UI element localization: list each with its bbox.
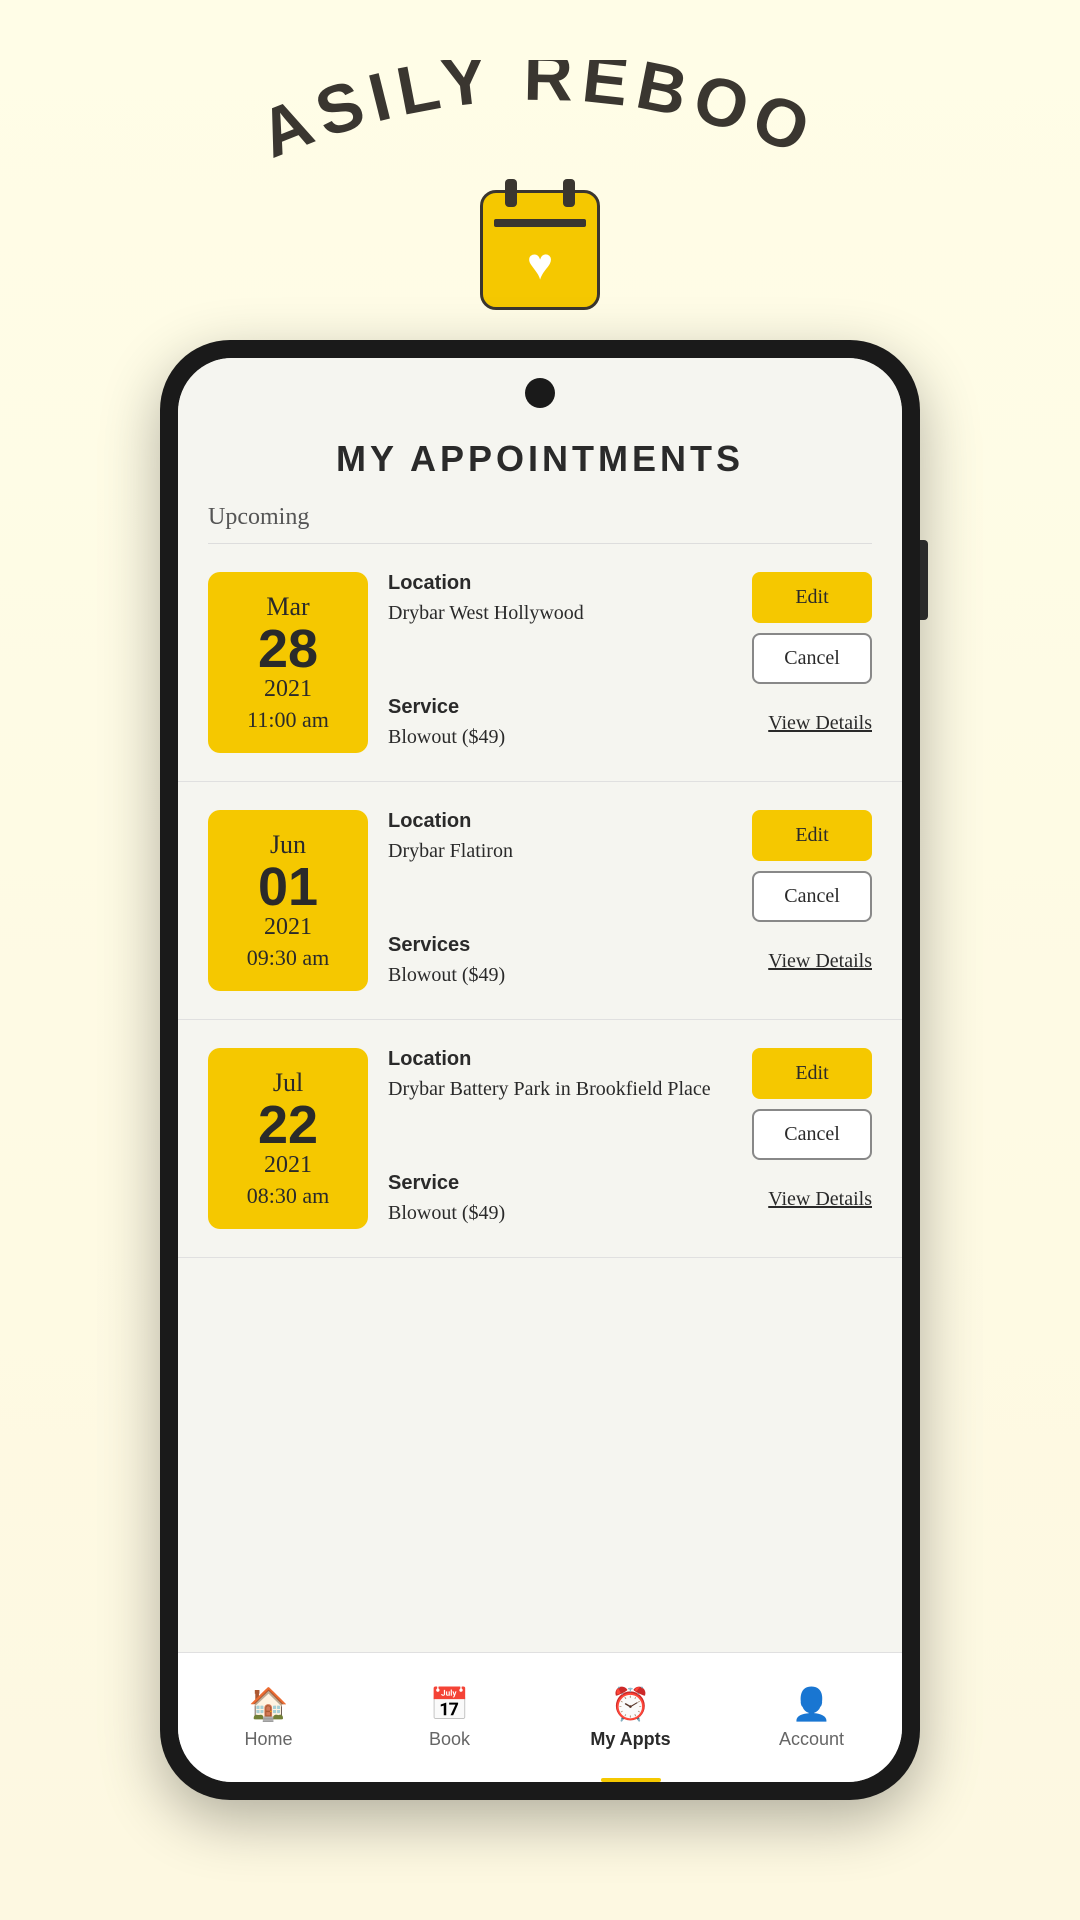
view-details-1[interactable]: View Details: [768, 712, 872, 735]
service-label-2: Services: [388, 934, 768, 957]
btn-group-1: Edit Cancel: [752, 572, 872, 684]
appt-row-top-2: Location Drybar Flatiron Edit Cancel: [388, 810, 872, 922]
appt-row-bottom-1: Service Blowout ($49) View Details: [388, 696, 872, 751]
location-label-2: Location: [388, 810, 752, 833]
service-block-3: Service Blowout ($49): [388, 1172, 768, 1227]
page-title: MY APPOINTMENTS: [178, 428, 902, 480]
date-time-1: 11:00 am: [247, 707, 329, 733]
date-month-1: Mar: [266, 592, 309, 622]
camera-dot: [525, 378, 555, 408]
top-banner: EASILY REBOOK ♥: [0, 0, 1080, 340]
date-box-3: Jul 22 2021 08:30 am: [208, 1048, 368, 1229]
my-appts-icon: ⏰: [611, 1685, 651, 1723]
screen-content: MY APPOINTMENTS Upcoming Mar 28 2021 11:…: [178, 358, 902, 1652]
bottom-nav: 🏠 Home 📅 Book ⏰ My Appts 👤 Account: [178, 1652, 902, 1782]
date-box-2: Jun 01 2021 09:30 am: [208, 810, 368, 991]
service-label-1: Service: [388, 696, 768, 719]
nav-item-book[interactable]: 📅 Book: [359, 1653, 540, 1782]
section-label-upcoming: Upcoming: [178, 504, 902, 543]
location-value-3: Drybar Battery Park in Brookfield Place: [388, 1075, 752, 1103]
date-day-2: 01: [258, 860, 318, 914]
cancel-button-3[interactable]: Cancel: [752, 1109, 872, 1160]
home-icon: 🏠: [249, 1685, 289, 1723]
btn-group-2: Edit Cancel: [752, 810, 872, 922]
nav-item-account[interactable]: 👤 Account: [721, 1653, 902, 1782]
edit-button-2[interactable]: Edit: [752, 810, 872, 861]
service-value-1: Blowout ($49): [388, 723, 768, 751]
date-day-3: 22: [258, 1098, 318, 1152]
cancel-button-2[interactable]: Cancel: [752, 871, 872, 922]
btn-group-3: Edit Cancel: [752, 1048, 872, 1160]
appointment-card-3: Jul 22 2021 08:30 am Location Drybar Bat…: [178, 1020, 902, 1258]
appt-row-top-1: Location Drybar West Hollywood Edit Canc…: [388, 572, 872, 684]
edit-button-1[interactable]: Edit: [752, 572, 872, 623]
cancel-button-1[interactable]: Cancel: [752, 633, 872, 684]
location-block-2: Location Drybar Flatiron: [388, 810, 752, 865]
location-block-1: Location Drybar West Hollywood: [388, 572, 752, 627]
appt-row-bottom-2: Services Blowout ($49) View Details: [388, 934, 872, 989]
nav-label-home: Home: [244, 1729, 292, 1750]
date-year-1: 2021: [264, 676, 312, 703]
appointment-card-1: Mar 28 2021 11:00 am Location Drybar Wes…: [178, 544, 902, 782]
book-icon: 📅: [430, 1685, 470, 1723]
appt-info-1: Location Drybar West Hollywood Edit Canc…: [388, 572, 872, 753]
banner-arc-text: EASILY REBOOK: [240, 60, 840, 180]
heart-icon: ♥: [527, 239, 553, 290]
date-month-2: Jun: [270, 830, 306, 860]
appt-row-bottom-3: Service Blowout ($49) View Details: [388, 1172, 872, 1227]
location-label-1: Location: [388, 572, 752, 595]
appt-info-2: Location Drybar Flatiron Edit Cancel Ser…: [388, 810, 872, 991]
date-time-3: 08:30 am: [247, 1183, 330, 1209]
appointment-card-2: Jun 01 2021 09:30 am Location Drybar Fla…: [178, 782, 902, 1020]
location-value-2: Drybar Flatiron: [388, 837, 752, 865]
service-block-1: Service Blowout ($49): [388, 696, 768, 751]
location-label-3: Location: [388, 1048, 752, 1071]
date-box-1: Mar 28 2021 11:00 am: [208, 572, 368, 753]
date-month-3: Jul: [273, 1068, 303, 1098]
appt-info-3: Location Drybar Battery Park in Brookfie…: [388, 1048, 872, 1229]
nav-label-book: Book: [429, 1729, 470, 1750]
edit-button-3[interactable]: Edit: [752, 1048, 872, 1099]
date-time-2: 09:30 am: [247, 945, 330, 971]
service-value-3: Blowout ($49): [388, 1199, 768, 1227]
calendar-heart-icon: ♥: [480, 190, 600, 310]
date-year-3: 2021: [264, 1152, 312, 1179]
date-day-1: 28: [258, 622, 318, 676]
phone-screen: MY APPOINTMENTS Upcoming Mar 28 2021 11:…: [178, 358, 902, 1782]
phone-frame: MY APPOINTMENTS Upcoming Mar 28 2021 11:…: [160, 340, 920, 1800]
date-year-2: 2021: [264, 914, 312, 941]
nav-label-my-appts: My Appts: [590, 1729, 670, 1750]
calendar-lines: [494, 219, 585, 227]
side-button: [920, 540, 928, 620]
view-details-2[interactable]: View Details: [768, 950, 872, 973]
service-value-2: Blowout ($49): [388, 961, 768, 989]
location-value-1: Drybar West Hollywood: [388, 599, 752, 627]
nav-label-account: Account: [779, 1729, 844, 1750]
account-icon: 👤: [792, 1685, 832, 1723]
service-block-2: Services Blowout ($49): [388, 934, 768, 989]
svg-text:EASILY REBOOK: EASILY REBOOK: [240, 60, 827, 173]
banner-title: EASILY REBOOK: [240, 60, 827, 173]
nav-item-my-appts[interactable]: ⏰ My Appts: [540, 1653, 721, 1782]
location-block-3: Location Drybar Battery Park in Brookfie…: [388, 1048, 752, 1103]
view-details-3[interactable]: View Details: [768, 1188, 872, 1211]
service-label-3: Service: [388, 1172, 768, 1195]
appt-row-top-3: Location Drybar Battery Park in Brookfie…: [388, 1048, 872, 1160]
nav-item-home[interactable]: 🏠 Home: [178, 1653, 359, 1782]
